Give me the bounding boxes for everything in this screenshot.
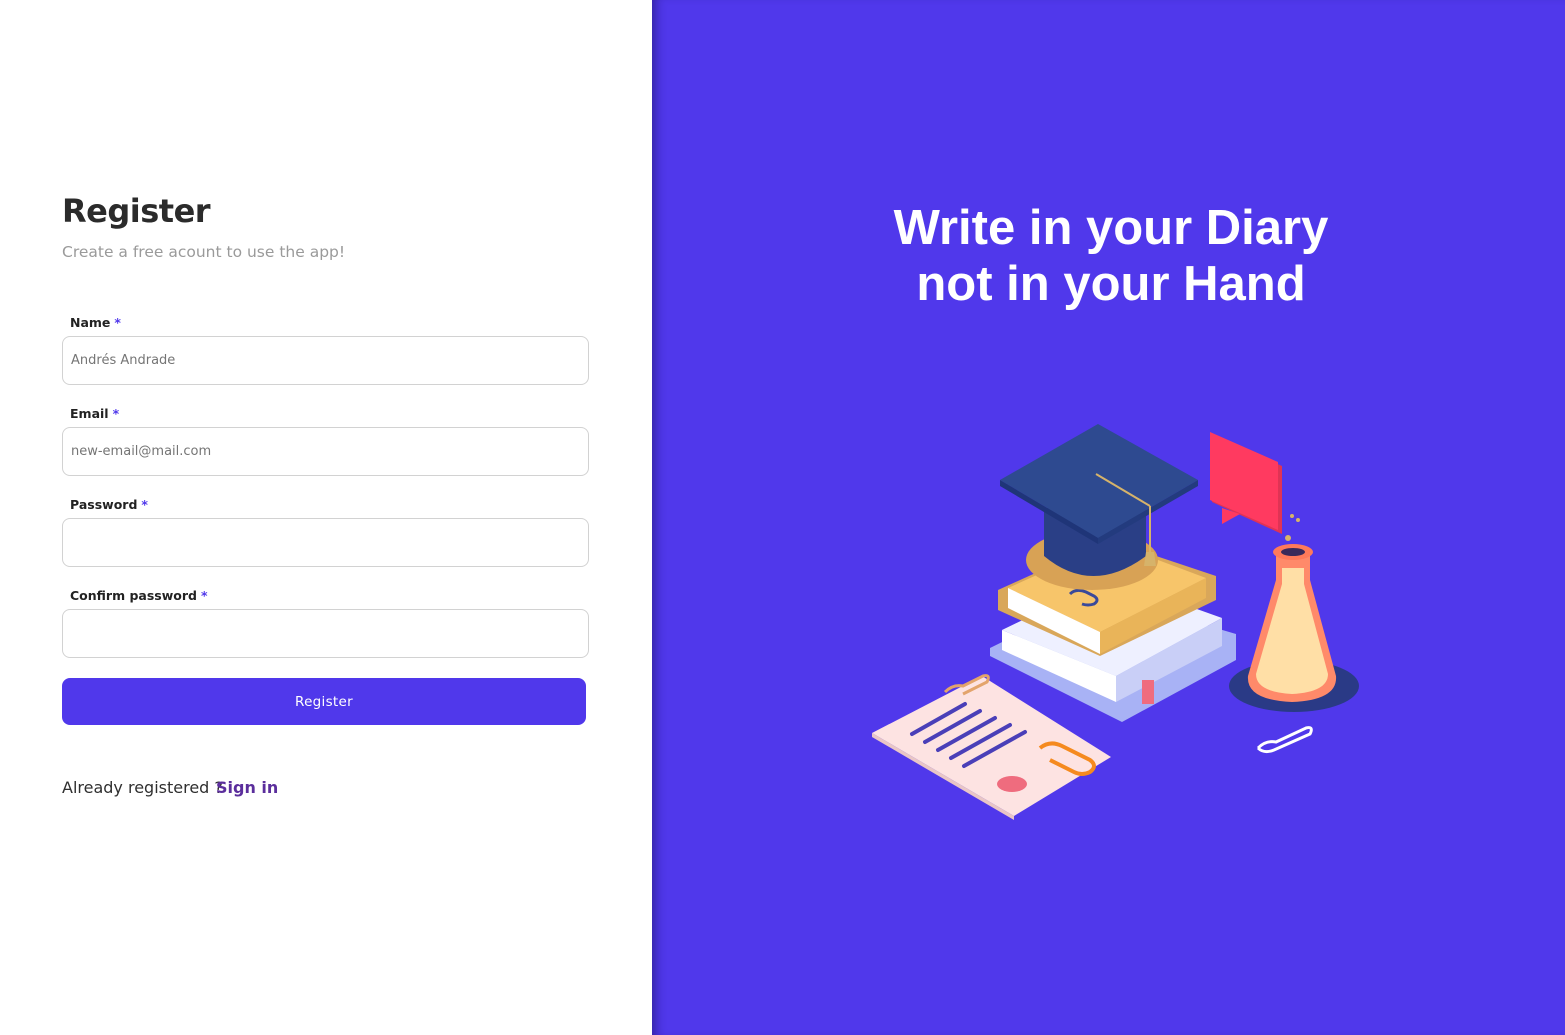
required-mark: * — [200, 588, 208, 603]
name-label-text: Name — [70, 315, 111, 330]
confirm-password-label: Confirm password * — [70, 588, 208, 603]
sign-in-link[interactable]: Sign in — [216, 778, 278, 797]
already-registered-text: Already registered ? — [62, 778, 223, 797]
required-mark: * — [114, 315, 121, 330]
password-label: Password * — [70, 497, 148, 512]
confirm-password-label-text: Confirm password — [70, 588, 197, 603]
confirm-password-input[interactable] — [62, 609, 589, 658]
register-panel: Register Create a free acount to use the… — [0, 0, 652, 1035]
hero-headline: Write in your Diary not in your Hand — [652, 200, 1565, 312]
required-mark: * — [112, 406, 120, 421]
graduation-books-illustration — [872, 424, 1359, 820]
email-input[interactable] — [62, 427, 589, 476]
hero-headline-line1: Write in your Diary — [893, 201, 1329, 255]
email-label: Email * — [70, 406, 119, 421]
page-subtitle: Create a free acount to use the app! — [62, 243, 346, 261]
hero-headline-line2: not in your Hand — [916, 257, 1306, 311]
name-input[interactable] — [62, 336, 589, 385]
password-label-text: Password — [70, 497, 138, 512]
register-button[interactable]: Register — [62, 678, 586, 725]
name-label: Name * — [70, 315, 121, 330]
page-title: Register — [62, 192, 211, 230]
password-input[interactable] — [62, 518, 589, 567]
email-label-text: Email — [70, 406, 109, 421]
required-mark: * — [141, 497, 148, 512]
